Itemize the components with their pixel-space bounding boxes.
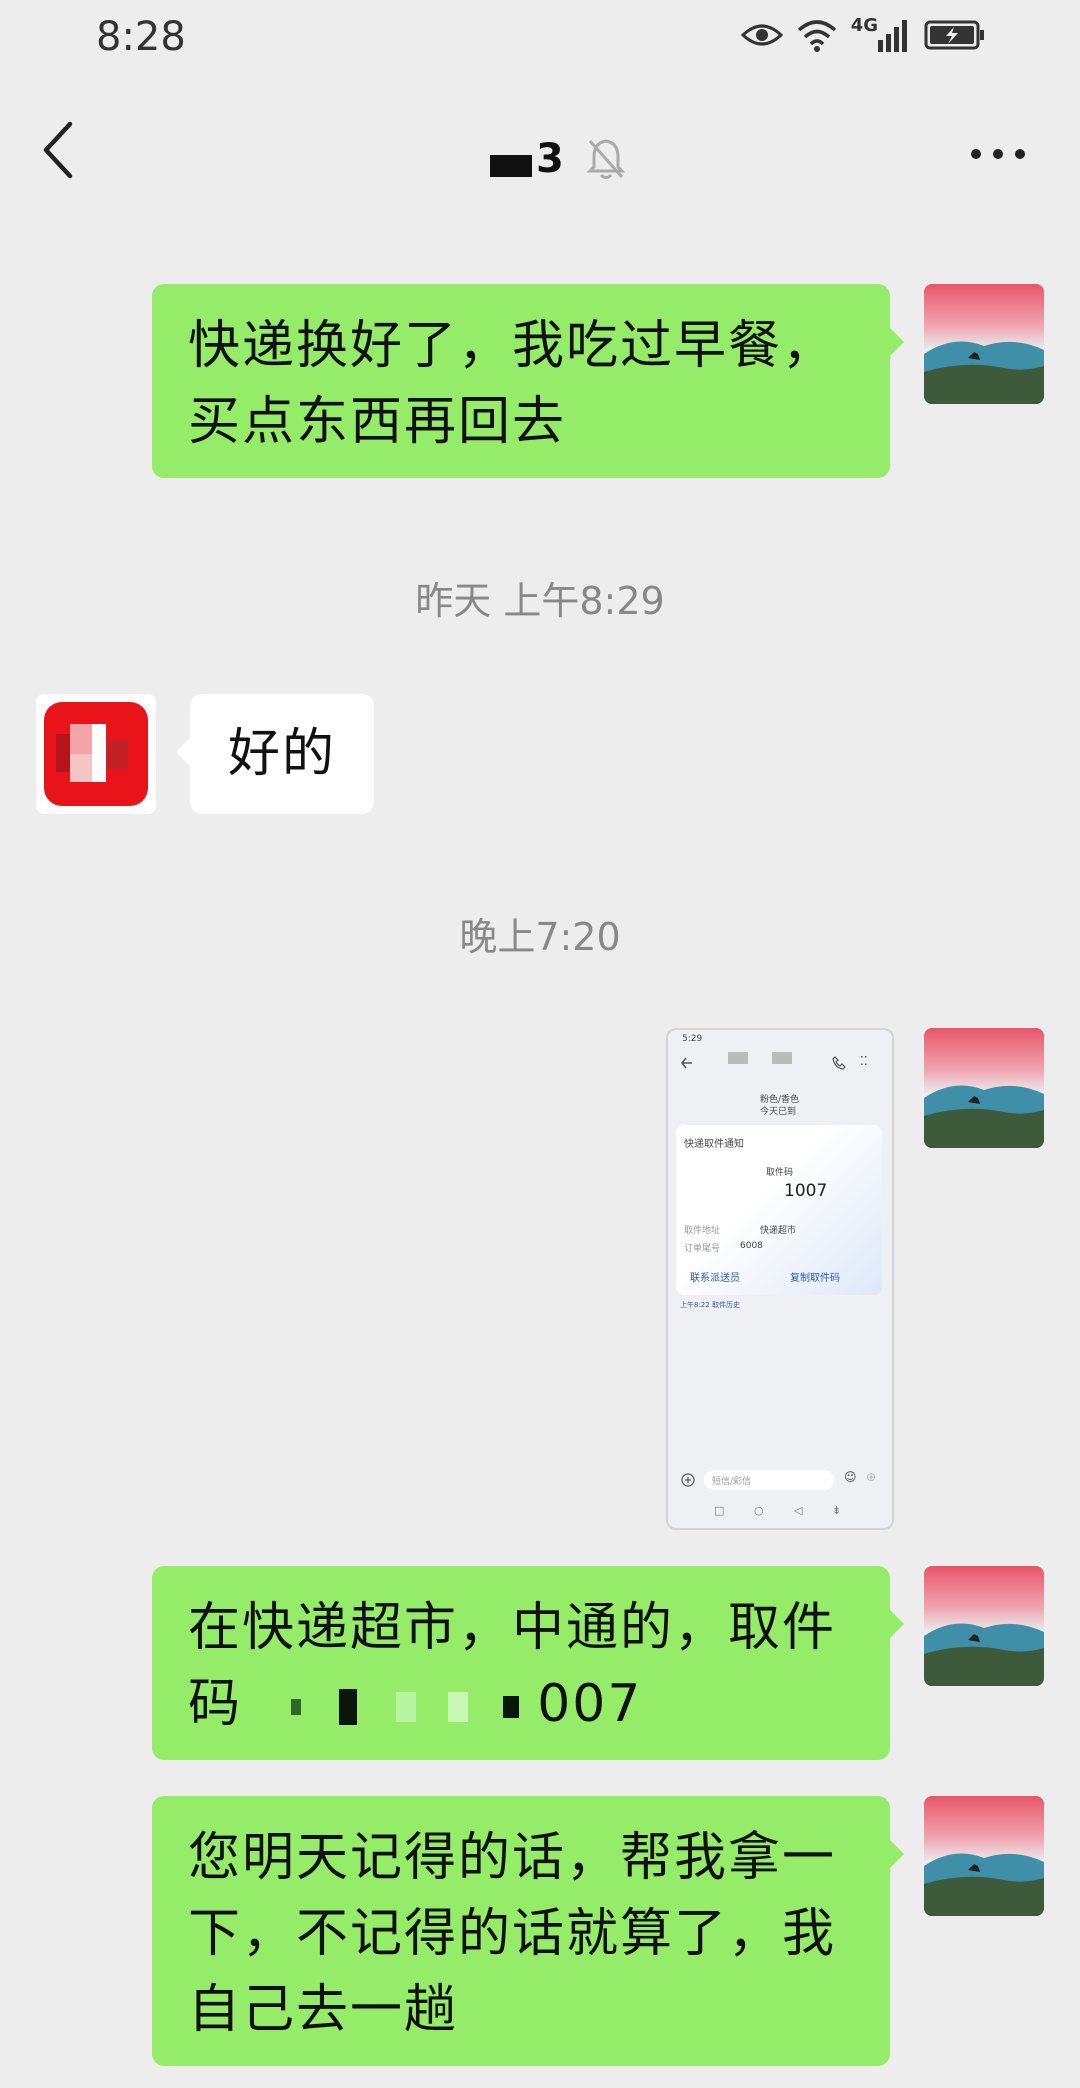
wifi-icon xyxy=(797,20,836,52)
more-dots-icon xyxy=(971,149,1025,159)
preview-input-placeholder: 短信/彩信 xyxy=(712,1477,752,1487)
message-text-line: 码 007 xyxy=(188,1666,854,1742)
landscape-avatar-image xyxy=(924,1028,1044,1148)
preview-order-label: 订单尾号 xyxy=(684,1244,721,1254)
message-bubble-self[interactable]: 快递换好了，我吃过早餐， 买点东西再回去 xyxy=(152,284,904,478)
preview-order-value: 6008 xyxy=(740,1241,763,1251)
preview-card-title: 快递取件通知 xyxy=(684,1139,744,1150)
timestamp: 晚上7:20 xyxy=(459,915,621,959)
preview-nav-back-icon: ◁ xyxy=(794,1504,803,1517)
preview-emoji-icon: ☺ xyxy=(844,1470,857,1484)
chevron-left-icon xyxy=(43,121,73,179)
chat-header: 3 xyxy=(0,80,1080,222)
message-text-suffix: 007 xyxy=(537,1674,643,1734)
chat-title: 3 xyxy=(490,136,626,182)
landscape-avatar-image xyxy=(924,1566,1044,1686)
preview-nav-square-icon: □ xyxy=(714,1504,725,1517)
back-button[interactable] xyxy=(40,120,100,190)
image-message-screenshot[interactable]: 5:29 ⁚⁚ 粉色/香色 今天已到 快递取件通知 取件码 1007 取件地址 … xyxy=(666,1028,894,1530)
preview-add-icon xyxy=(681,1473,695,1487)
preview-line2: 今天已到 xyxy=(760,1107,797,1117)
message-text-prefix: 码 xyxy=(188,1674,243,1734)
status-icons: 4G xyxy=(740,14,986,52)
preview-redacted-block xyxy=(728,1052,748,1064)
eye-icon xyxy=(740,24,783,46)
preview-send-icon: ⊕ xyxy=(866,1470,877,1484)
preview-phone-icon xyxy=(832,1056,846,1070)
preview-status-time: 5:29 xyxy=(682,1034,703,1044)
more-options-button[interactable] xyxy=(968,146,1028,176)
preview-menu-icon: ⁚⁚ xyxy=(860,1054,868,1068)
preview-contact-label: 联系派送员 xyxy=(690,1273,740,1284)
preview-nav-circle-icon: ○ xyxy=(754,1504,764,1517)
preview-address-label: 取件地址 xyxy=(684,1226,721,1236)
message-text-line: 下，不记得的话就算了，我 xyxy=(188,1904,837,1964)
message-text-line: 您明天记得的话，帮我拿一 xyxy=(188,1828,837,1888)
redacted-name-block xyxy=(490,155,532,177)
preview-nav-menu-icon: ⇟ xyxy=(832,1504,842,1517)
preview-code-label: 取件码 xyxy=(766,1168,794,1178)
battery-charging-icon xyxy=(924,20,984,50)
chat-title-fragment: 3 xyxy=(536,136,564,182)
preview-redacted-block xyxy=(772,1052,792,1064)
red-avatar-image xyxy=(44,702,148,806)
preview-address-value: 快递超市 xyxy=(760,1226,797,1236)
timestamp: 昨天 上午8:29 xyxy=(415,579,665,623)
preview-code-value: 1007 xyxy=(784,1181,828,1201)
preview-copy-label: 复制取件码 xyxy=(790,1273,840,1284)
preview-back-arrow-icon xyxy=(681,1057,692,1069)
self-avatar[interactable] xyxy=(924,1028,1044,1148)
message-bubble-self[interactable]: 在快递超市，中通的，取件 码 007 xyxy=(152,1566,904,1760)
message-text-line: 快递换好了，我吃过早餐， xyxy=(188,316,837,376)
self-avatar[interactable] xyxy=(924,1796,1044,1916)
landscape-avatar-image xyxy=(924,284,1044,404)
message-bubble-self[interactable]: 您明天记得的话，帮我拿一 下，不记得的话就算了，我 自己去一趟 xyxy=(152,1796,904,2066)
message-text: 好的 xyxy=(228,724,337,784)
message-text-line: 自己去一趟 xyxy=(188,1980,459,2040)
preview-footer-note: 上午8:22 取件历史 xyxy=(680,1301,740,1309)
self-avatar[interactable] xyxy=(924,1566,1044,1686)
signal-icon xyxy=(878,20,907,52)
status-time: 8:28 xyxy=(96,14,186,60)
preview-input: 短信/彩信 xyxy=(704,1470,834,1490)
preview-pickup-card: 快递取件通知 取件码 1007 取件地址 快递超市 订单尾号 6008 联系派送… xyxy=(676,1125,882,1295)
message-text-line: 买点东西再回去 xyxy=(188,392,567,452)
message-text-line: 在快递超市，中通的，取件 xyxy=(188,1598,837,1658)
redacted-code-pixels xyxy=(261,1674,538,1734)
self-avatar[interactable] xyxy=(924,284,1044,404)
landscape-avatar-image xyxy=(924,1796,1044,1916)
network-type-label: 4G xyxy=(850,14,878,36)
friend-avatar[interactable] xyxy=(36,694,156,814)
status-bar: 8:28 4G xyxy=(0,0,1080,80)
message-bubble-friend[interactable]: 好的 xyxy=(176,694,374,814)
mute-bell-icon xyxy=(586,139,626,179)
